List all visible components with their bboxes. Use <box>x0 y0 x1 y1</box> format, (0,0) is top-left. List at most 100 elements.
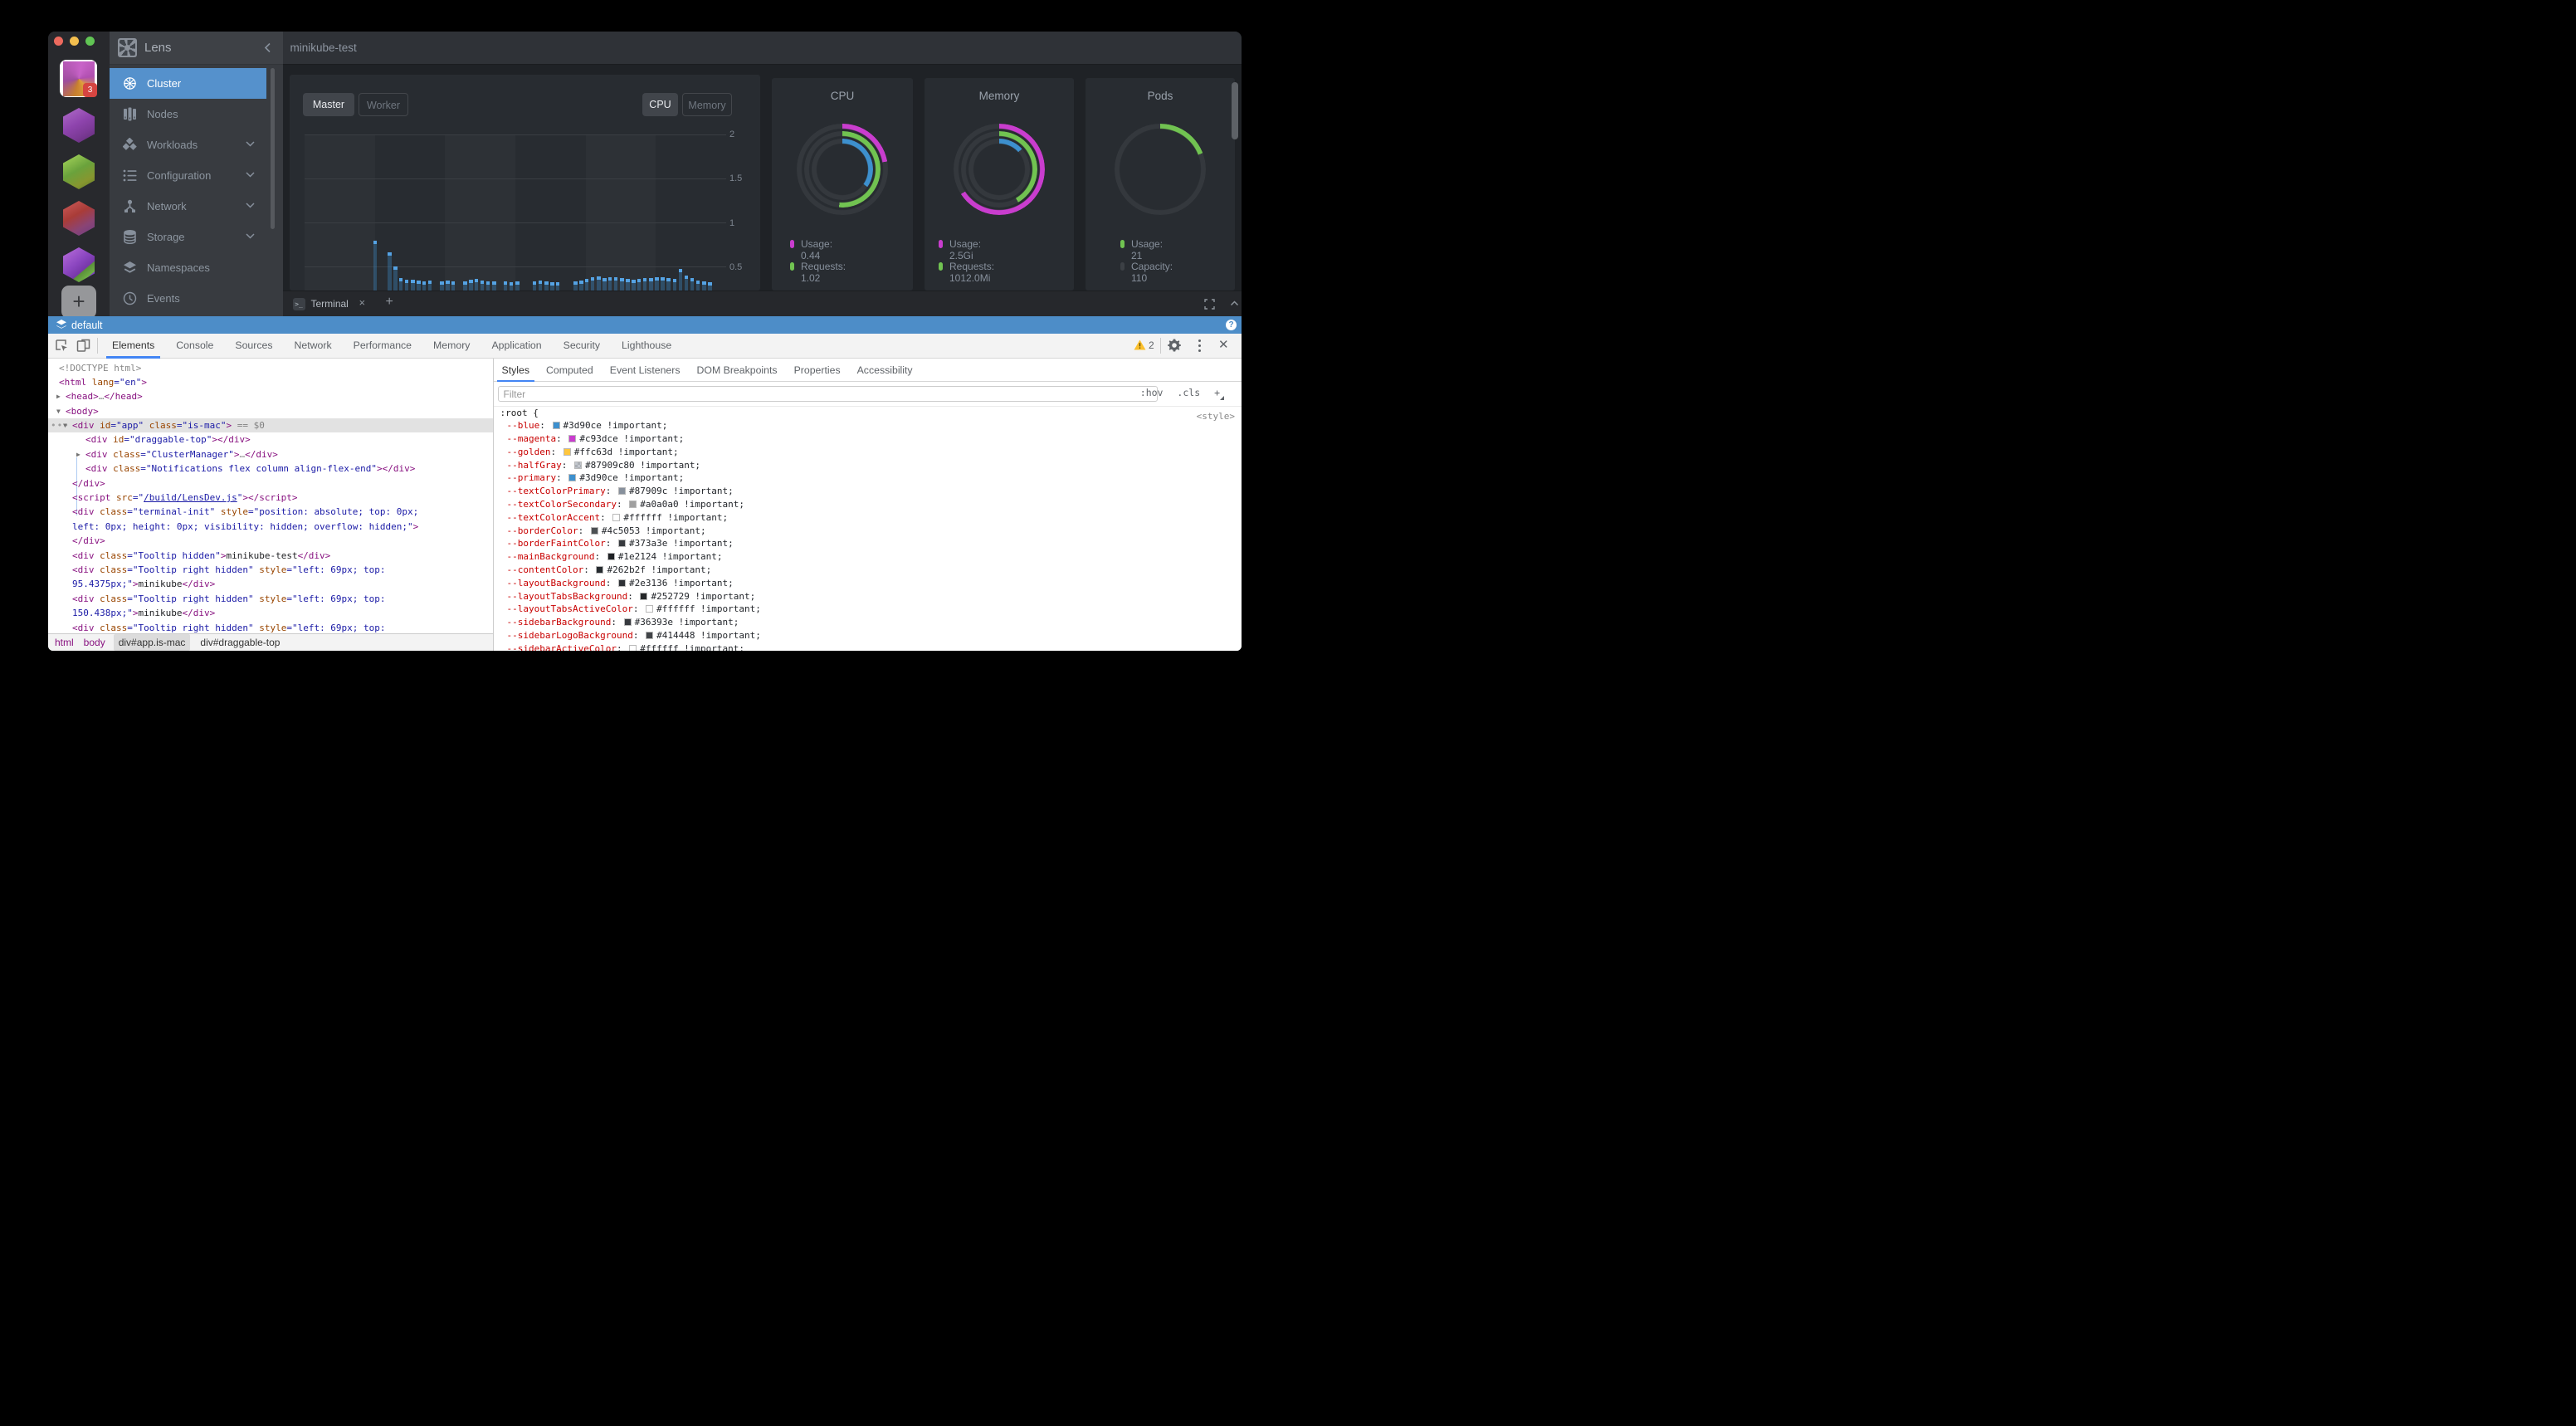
color-swatch[interactable] <box>624 618 632 626</box>
devtools-tab-performance[interactable]: Performance <box>348 334 417 359</box>
color-swatch[interactable] <box>640 593 647 600</box>
help-button[interactable]: ? <box>1226 320 1237 330</box>
sidebar-item-storage[interactable]: Storage <box>110 222 266 252</box>
sidebar-item-namespaces[interactable]: Namespaces <box>110 252 266 283</box>
elements-tree-line[interactable]: <!DOCTYPE html> <box>48 361 493 375</box>
elements-tree-line[interactable]: <div class="terminal-init" style="positi… <box>48 505 493 519</box>
new-style-rule-button[interactable]: + <box>1214 387 1220 398</box>
elements-tree-line[interactable]: •••▼<div id="app" class="is-mac"> == $0 <box>48 418 493 432</box>
namespace-selector[interactable]: default <box>71 320 103 331</box>
color-swatch[interactable] <box>618 487 626 495</box>
macos-zoom-button[interactable] <box>85 37 95 46</box>
css-variable-row[interactable]: --textColorAccent: #ffffff !important; <box>494 511 1242 525</box>
devtools-close-icon[interactable]: ✕ <box>1218 337 1229 352</box>
elements-tree-line[interactable]: 150.438px;">minikube</div> <box>48 606 493 620</box>
collapse-arrow-icon[interactable]: ▼ <box>63 418 67 432</box>
color-swatch[interactable] <box>618 540 626 547</box>
color-swatch[interactable] <box>646 605 653 613</box>
devtools-tab-sources[interactable]: Sources <box>229 334 278 359</box>
elements-tree-line[interactable]: </div> <box>48 534 493 548</box>
color-swatch[interactable] <box>568 435 576 442</box>
elements-tree-line[interactable]: ▶<div class="ClusterManager">…</div> <box>48 447 493 461</box>
css-variable-row[interactable]: --primary: #3d90ce !important; <box>494 471 1242 485</box>
collapse-arrow-icon[interactable]: ▼ <box>56 404 61 418</box>
css-variable-row[interactable]: --golden: #ffc63d !important; <box>494 446 1242 459</box>
styles-tab-accessibility[interactable]: Accessibility <box>852 359 918 383</box>
color-swatch[interactable] <box>618 579 626 587</box>
color-swatch[interactable] <box>553 422 560 429</box>
terminal-fullscreen-icon[interactable] <box>1204 299 1215 310</box>
metric-tab-memory[interactable]: Memory <box>682 93 732 116</box>
css-variable-row[interactable]: --textColorSecondary: #a0a0a0 !important… <box>494 498 1242 511</box>
cluster-tile[interactable] <box>63 201 95 236</box>
color-swatch[interactable] <box>629 501 637 508</box>
inspect-element-icon[interactable] <box>55 339 69 353</box>
color-swatch[interactable] <box>591 527 598 535</box>
color-swatch[interactable] <box>629 645 637 651</box>
devtools-tab-security[interactable]: Security <box>558 334 606 359</box>
cluster-tile[interactable] <box>63 154 95 189</box>
node-tab-worker[interactable]: Worker <box>359 93 408 116</box>
styles-tab-computed[interactable]: Computed <box>541 359 598 383</box>
css-variable-row[interactable]: --textColorPrimary: #87909c !important; <box>494 485 1242 498</box>
elements-tree-line[interactable]: ▼<body> <box>48 404 493 418</box>
expand-arrow-icon[interactable]: ▶ <box>56 389 61 403</box>
color-swatch[interactable] <box>596 566 603 574</box>
elements-tree-line[interactable]: <div class="Tooltip hidden">minikube-tes… <box>48 549 493 563</box>
device-toolbar-icon[interactable] <box>76 339 90 353</box>
elements-tree-line[interactable]: </div> <box>48 476 493 491</box>
sidebar-item-cluster[interactable]: Cluster <box>110 68 266 99</box>
terminal-collapse-up-icon[interactable] <box>1230 299 1239 308</box>
css-selector[interactable]: :root { <style> <box>494 407 1242 420</box>
breadcrumb-item[interactable]: div#draggable-top <box>200 634 280 651</box>
styles-filter-input[interactable] <box>498 386 1158 402</box>
css-variable-row[interactable]: --sidebarActiveColor: #ffffff !important… <box>494 642 1242 651</box>
sidebar-item-nodes[interactable]: Nodes <box>110 99 266 129</box>
warning-icon[interactable] <box>1134 339 1146 350</box>
sidebar-scrollbar[interactable] <box>271 68 275 229</box>
devtools-tab-application[interactable]: Application <box>485 334 547 359</box>
css-variable-row[interactable]: --halfGray: #87909c80 !important; <box>494 459 1242 472</box>
sidebar-item-configuration[interactable]: Configuration <box>110 160 266 191</box>
css-variable-row[interactable]: --borderFaintColor: #373a3e !important; <box>494 537 1242 550</box>
breadcrumb-item[interactable]: body <box>84 634 105 651</box>
css-variable-row[interactable]: --contentColor: #262b2f !important; <box>494 564 1242 577</box>
terminal-tab[interactable]: Terminal <box>311 298 349 310</box>
css-variable-row[interactable]: --sidebarBackground: #36393e !important; <box>494 616 1242 629</box>
css-variable-row[interactable]: --layoutBackground: #2e3136 !important; <box>494 577 1242 590</box>
devtools-tab-elements[interactable]: Elements <box>106 334 160 359</box>
elements-tree-line[interactable]: <div class="Notifications flex column al… <box>48 461 493 476</box>
styles-tab-dom-breakpoints[interactable]: DOM Breakpoints <box>692 359 783 383</box>
stylesheet-source-link[interactable]: <style> <box>1197 410 1235 423</box>
terminal-add-icon[interactable]: + <box>386 295 393 310</box>
cluster-tile[interactable] <box>63 108 95 143</box>
css-variable-row[interactable]: --blue: #3d90ce !important; <box>494 419 1242 432</box>
color-swatch[interactable] <box>564 448 571 456</box>
css-variable-row[interactable]: --mainBackground: #1e2124 !important; <box>494 550 1242 564</box>
elements-tree-line[interactable]: <div class="Tooltip right hidden" style=… <box>48 592 493 606</box>
elements-tree-line[interactable]: <div class="Tooltip right hidden" style=… <box>48 621 493 633</box>
color-swatch[interactable] <box>568 474 576 481</box>
devtools-tab-lighthouse[interactable]: Lighthouse <box>616 334 677 359</box>
color-swatch[interactable] <box>646 632 653 639</box>
css-variable-row[interactable]: --layoutTabsBackground: #252729 !importa… <box>494 590 1242 603</box>
devtools-tab-memory[interactable]: Memory <box>427 334 476 359</box>
sidebar-item-events[interactable]: Events <box>110 283 266 314</box>
color-swatch[interactable] <box>612 514 620 521</box>
css-variable-row[interactable]: --magenta: #c93dce !important; <box>494 432 1242 446</box>
devtools-tab-network[interactable]: Network <box>289 334 338 359</box>
color-swatch[interactable] <box>607 553 615 560</box>
content-scrollbar[interactable] <box>1232 82 1238 139</box>
add-cluster-button[interactable]: + <box>61 286 96 319</box>
css-variable-row[interactable]: --layoutTabsActiveColor: #ffffff !import… <box>494 603 1242 616</box>
sidebar-collapse-icon[interactable] <box>264 42 271 53</box>
css-variable-row[interactable]: --borderColor: #4c5053 !important; <box>494 525 1242 538</box>
styles-tab-properties[interactable]: Properties <box>789 359 846 383</box>
sidebar-item-workloads[interactable]: Workloads <box>110 129 266 160</box>
cluster-tile[interactable] <box>63 247 95 282</box>
expand-arrow-icon[interactable]: ▶ <box>76 447 80 461</box>
elements-tree-line[interactable]: 95.4375px;">minikube</div> <box>48 577 493 591</box>
elements-tree-line[interactable]: <script src="/build/LensDev.js"></script… <box>48 491 493 505</box>
elements-tree-line[interactable]: <div class="Tooltip right hidden" style=… <box>48 563 493 577</box>
elements-tree-line[interactable]: ▶<head>…</head> <box>48 389 493 403</box>
